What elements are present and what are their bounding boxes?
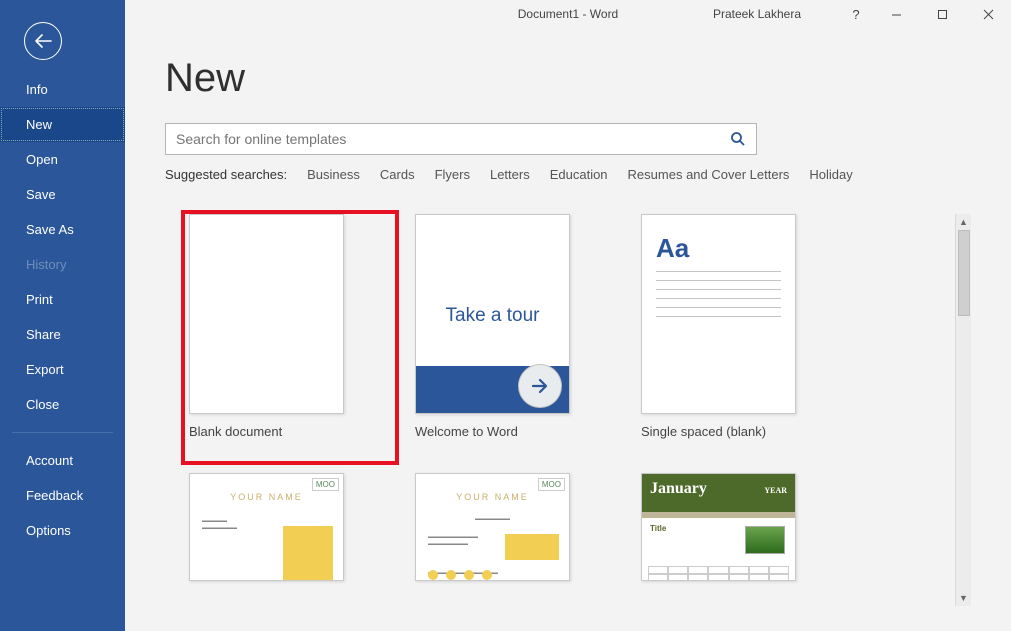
scroll-down-icon[interactable]: ▼ xyxy=(956,590,972,606)
page-title: New xyxy=(165,56,971,101)
sidebar-item-close[interactable]: Close xyxy=(0,387,125,422)
back-button[interactable] xyxy=(24,22,62,60)
suggested-business[interactable]: Business xyxy=(307,167,360,182)
template-calendar[interactable]: January YEAR Title xyxy=(641,473,841,581)
moo-badge: MOO xyxy=(538,478,565,491)
template-blank-document[interactable]: Blank document xyxy=(189,214,389,463)
backstage-sidebar: Info New Open Save Save As History Print… xyxy=(0,0,125,631)
sidebar-item-options[interactable]: Options xyxy=(0,513,125,548)
sidebar-item-history: History xyxy=(0,247,125,282)
search-input[interactable] xyxy=(166,124,720,154)
sidebar-item-info[interactable]: Info xyxy=(0,72,125,107)
suggested-holiday[interactable]: Holiday xyxy=(809,167,852,182)
template-thumb: MOO YOUR NAME ▬▬▬▬▬▬▬ ▬▬▬▬▬▬▬▬▬▬▬▬▬▬▬▬▬▬… xyxy=(415,473,570,581)
scroll-up-icon[interactable]: ▲ xyxy=(956,214,972,230)
photo-icon xyxy=(745,526,785,554)
title-bar: Document1 - Word Prateek Lakhera ? xyxy=(125,0,1011,28)
tour-text: Take a tour xyxy=(416,305,569,327)
search-button[interactable] xyxy=(720,124,756,154)
sidebar-item-saveas[interactable]: Save As xyxy=(0,212,125,247)
template-welcome-to-word[interactable]: Take a tour Welcome to Word xyxy=(415,214,615,463)
calendar-month: January xyxy=(650,480,707,498)
template-caption: Welcome to Word xyxy=(415,424,615,439)
template-resume-2[interactable]: MOO YOUR NAME ▬▬▬▬▬▬▬ ▬▬▬▬▬▬▬▬▬▬▬▬▬▬▬▬▬▬… xyxy=(415,473,615,581)
calendar-year: YEAR xyxy=(764,486,787,495)
template-thumb: MOO YOUR NAME ▬▬▬▬▬▬▬▬▬▬▬▬ ▬▬▬▬▬▬▬▬▬▬▬▬▬… xyxy=(189,473,344,581)
close-button[interactable] xyxy=(965,0,1011,28)
sidebar-item-feedback[interactable]: Feedback xyxy=(0,478,125,513)
help-button[interactable]: ? xyxy=(839,0,873,28)
suggested-letters[interactable]: Letters xyxy=(490,167,530,182)
template-thumb xyxy=(189,214,344,414)
template-thumb: January YEAR Title xyxy=(641,473,796,581)
sidebar-separator xyxy=(12,432,113,433)
template-single-spaced[interactable]: Aa Single spaced (blank) xyxy=(641,214,841,463)
arrow-right-icon xyxy=(519,365,561,407)
suggested-resumes[interactable]: Resumes and Cover Letters xyxy=(628,167,790,182)
sidebar-item-share[interactable]: Share xyxy=(0,317,125,352)
suggested-cards[interactable]: Cards xyxy=(380,167,415,182)
sidebar-item-open[interactable]: Open xyxy=(0,142,125,177)
sidebar-item-account[interactable]: Account xyxy=(0,443,125,478)
resume-heading: YOUR NAME xyxy=(190,492,343,502)
template-caption: Blank document xyxy=(189,424,389,439)
sidebar-item-export[interactable]: Export xyxy=(0,352,125,387)
suggested-education[interactable]: Education xyxy=(550,167,608,182)
template-thumb: Aa xyxy=(641,214,796,414)
vertical-scrollbar[interactable]: ▲ ▼ xyxy=(955,214,971,606)
user-name: Prateek Lakhera xyxy=(713,7,801,21)
template-thumb: Take a tour xyxy=(415,214,570,414)
moo-badge: MOO xyxy=(312,478,339,491)
template-grid: Blank document Take a tour Welcome to Wo… xyxy=(165,214,971,581)
template-search xyxy=(165,123,757,155)
scroll-track[interactable] xyxy=(956,230,972,590)
maximize-button[interactable] xyxy=(919,0,965,28)
suggested-searches: Suggested searches: Business Cards Flyer… xyxy=(165,167,971,182)
sidebar-item-save[interactable]: Save xyxy=(0,177,125,212)
scroll-thumb[interactable] xyxy=(958,230,970,316)
suggested-flyers[interactable]: Flyers xyxy=(435,167,470,182)
sidebar-item-print[interactable]: Print xyxy=(0,282,125,317)
resume-heading: YOUR NAME xyxy=(416,492,569,502)
template-caption: Single spaced (blank) xyxy=(641,424,841,439)
template-resume-1[interactable]: MOO YOUR NAME ▬▬▬▬▬▬▬▬▬▬▬▬ ▬▬▬▬▬▬▬▬▬▬▬▬▬… xyxy=(189,473,389,581)
suggested-label: Suggested searches: xyxy=(165,167,287,182)
sidebar-item-new[interactable]: New xyxy=(0,107,125,142)
minimize-button[interactable] xyxy=(873,0,919,28)
aa-text: Aa xyxy=(656,233,689,264)
main-panel: New Suggested searches: Business Cards F… xyxy=(125,0,1011,631)
